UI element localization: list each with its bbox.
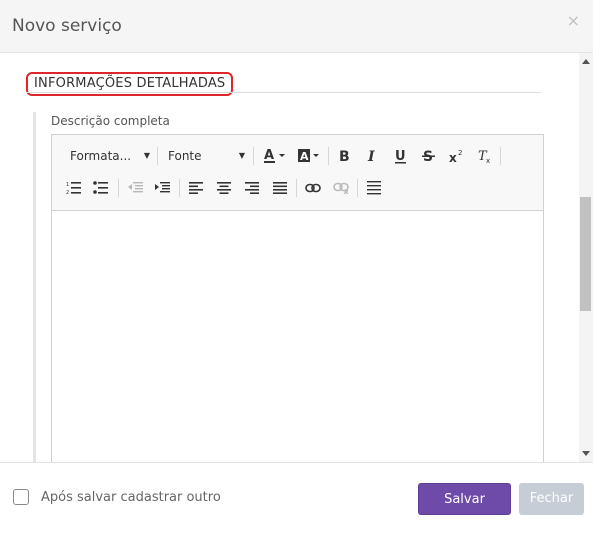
chevron-down-icon: ▼ xyxy=(238,151,245,160)
unlink-button[interactable] xyxy=(330,177,352,199)
superscript-button[interactable]: x 2 xyxy=(446,145,468,167)
editor-toolbar: Formata... ▼ Fonte ▼ A A B I U S x 2 T x… xyxy=(52,135,543,211)
align-justify-icon xyxy=(273,182,287,194)
toolbar-separator xyxy=(328,147,329,165)
outdent-icon xyxy=(128,182,143,193)
align-left-icon xyxy=(189,182,203,194)
toolbar-separator xyxy=(157,147,158,165)
remove-format-button[interactable]: T x xyxy=(474,145,496,167)
field-rail xyxy=(33,112,36,462)
toolbar-separator xyxy=(500,147,501,165)
dialog-header: Novo serviço × xyxy=(0,0,593,53)
svg-text:1: 1 xyxy=(66,182,69,188)
background-color-button[interactable]: A xyxy=(296,145,322,167)
text-color-button[interactable]: A xyxy=(262,145,288,167)
superscript-icon: x 2 xyxy=(449,149,462,164)
svg-text:U: U xyxy=(395,149,406,164)
format-combo-label: Formata... xyxy=(70,149,132,163)
section-divider xyxy=(26,92,541,93)
save-and-create-another-checkbox[interactable] xyxy=(13,489,29,505)
svg-text:A: A xyxy=(264,148,274,163)
toolbar-separator xyxy=(118,179,119,197)
text-color-icon: A xyxy=(264,148,285,163)
font-combo-label: Fonte xyxy=(168,149,202,163)
underline-button[interactable]: U xyxy=(390,145,412,167)
bold-icon: B xyxy=(339,149,350,164)
editor-content-area[interactable] xyxy=(52,211,543,463)
svg-text:x: x xyxy=(486,157,490,164)
toolbar-separator xyxy=(253,147,254,165)
close-button[interactable]: Fechar xyxy=(519,483,584,515)
underline-icon: U xyxy=(395,149,406,164)
bullet-list-button[interactable] xyxy=(90,177,112,199)
toolbar-separator xyxy=(296,179,297,197)
align-justify-button[interactable] xyxy=(269,177,291,199)
italic-button[interactable]: I xyxy=(361,145,383,167)
horizontal-rule-button[interactable] xyxy=(363,177,385,199)
numbered-list-icon: 1 2 xyxy=(66,182,81,195)
save-button[interactable]: Salvar xyxy=(418,483,511,515)
toolbar-separator xyxy=(179,179,180,197)
chevron-down-icon: ▼ xyxy=(143,151,150,160)
svg-text:B: B xyxy=(339,149,350,164)
bullet-list-icon xyxy=(93,181,108,194)
scrollbar[interactable] xyxy=(579,53,593,462)
checkbox-label: Após salvar cadastrar outro xyxy=(41,490,221,505)
align-left-button[interactable] xyxy=(185,177,207,199)
scroll-thumb[interactable] xyxy=(580,197,591,311)
strikethrough-button[interactable]: S xyxy=(418,145,440,167)
italic-icon: I xyxy=(367,149,375,164)
dialog-title: Novo serviço xyxy=(12,16,122,36)
scroll-down-icon[interactable] xyxy=(582,451,590,456)
scroll-up-icon[interactable] xyxy=(582,59,590,64)
font-combo[interactable]: Fonte ▼ xyxy=(168,145,245,167)
svg-text:A: A xyxy=(300,150,309,163)
svg-text:2: 2 xyxy=(458,149,462,157)
unlink-icon xyxy=(333,182,349,194)
background-color-icon: A xyxy=(298,149,319,163)
rich-text-editor: Formata... ▼ Fonte ▼ A A B I U S x 2 T x… xyxy=(51,134,544,464)
align-center-button[interactable] xyxy=(213,177,235,199)
remove-format-icon: T x xyxy=(478,149,490,164)
svg-text:2: 2 xyxy=(66,190,69,195)
svg-text:I: I xyxy=(367,149,375,164)
indent-button[interactable] xyxy=(151,177,173,199)
outdent-button[interactable] xyxy=(124,177,146,199)
align-right-icon xyxy=(245,182,259,194)
svg-text:x: x xyxy=(449,151,457,164)
horizontal-rule-icon xyxy=(367,181,381,195)
description-label: Descrição completa xyxy=(51,114,170,128)
link-icon xyxy=(305,183,321,193)
bold-button[interactable]: B xyxy=(334,145,356,167)
close-icon[interactable]: × xyxy=(567,11,580,30)
indent-icon xyxy=(155,182,170,193)
link-button[interactable] xyxy=(302,177,324,199)
align-center-icon xyxy=(217,182,231,194)
format-combo[interactable]: Formata... ▼ xyxy=(70,145,150,167)
align-right-button[interactable] xyxy=(241,177,263,199)
numbered-list-button[interactable]: 1 2 xyxy=(63,177,85,199)
toolbar-separator xyxy=(357,179,358,197)
strikethrough-icon: S xyxy=(422,149,435,164)
